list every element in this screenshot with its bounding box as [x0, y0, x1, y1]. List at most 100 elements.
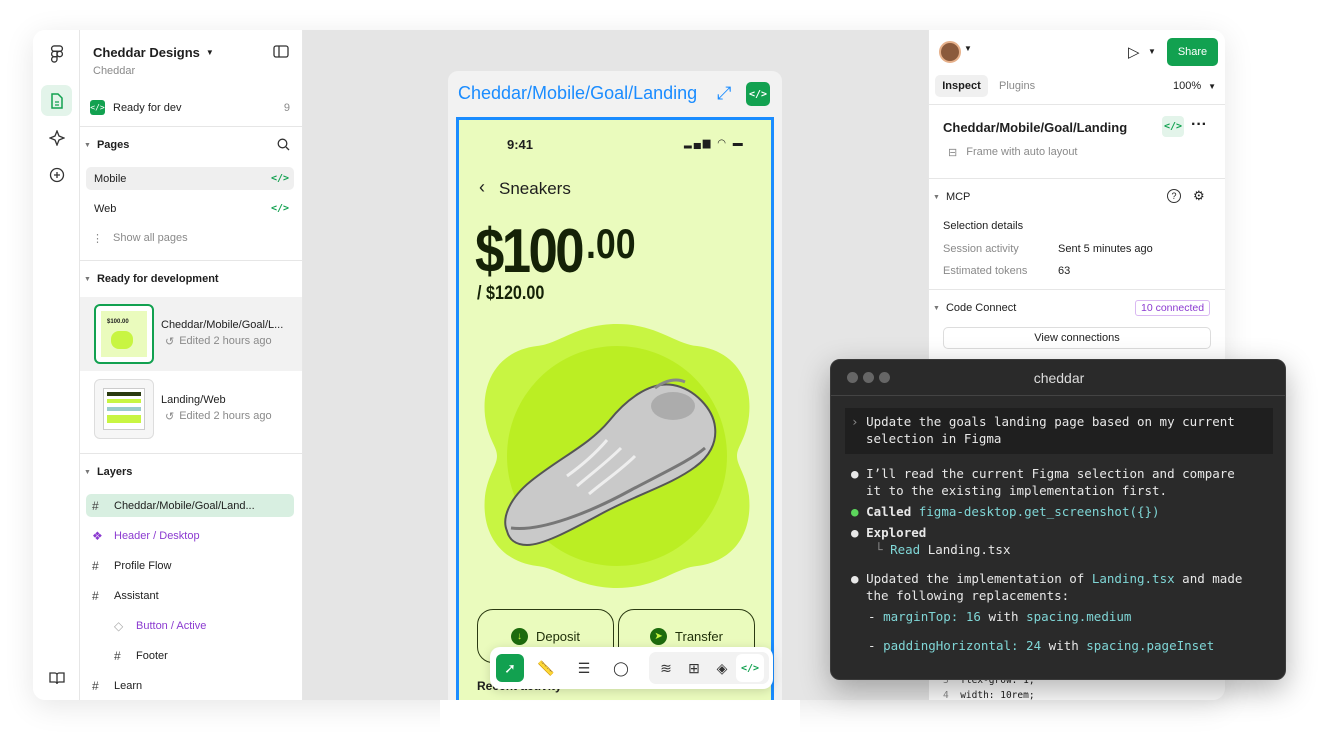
mcp-heading[interactable]: ▼ MCP	[933, 191, 970, 203]
settings-icon[interactable]: ⚙	[1193, 188, 1205, 204]
tree-branch-icon: └	[875, 542, 883, 557]
price-old: / $120.00	[477, 283, 545, 304]
ready-heading[interactable]: ▼ Ready for development	[84, 273, 219, 285]
page-item-mobile[interactable]: Mobile </>	[86, 167, 294, 190]
layer-item[interactable]: # Footer	[86, 644, 294, 667]
play-icon[interactable]: ▷	[1128, 43, 1140, 61]
transfer-label: Transfer	[675, 628, 723, 644]
layer-label: Learn	[114, 679, 143, 692]
frame-title[interactable]: Cheddar/Mobile/Goal/Landing	[458, 83, 697, 104]
layer-label: Header / Desktop	[114, 529, 200, 542]
zoom-level: 100%	[1173, 80, 1202, 92]
more-icon[interactable]: ···	[1191, 116, 1207, 134]
annotate-tool-icon[interactable]: ☰	[570, 654, 598, 682]
history-icon: ↺	[165, 336, 175, 348]
layer-item[interactable]: # Learn	[86, 674, 294, 697]
chevron-down-icon[interactable]: ▼	[964, 44, 972, 53]
ruler-icon[interactable]: ⊞	[680, 654, 708, 682]
file-icon[interactable]	[41, 85, 72, 116]
connected-badge: 10 connected	[1135, 300, 1211, 316]
search-icon[interactable]	[277, 138, 290, 154]
ready-count: 9	[283, 101, 290, 114]
tab-plugins[interactable]: Plugins	[999, 80, 1035, 92]
code-icon: </>	[270, 173, 289, 184]
frame-type-label: Frame with auto layout	[966, 146, 1078, 158]
zoom-control[interactable]: 100% ▼	[1173, 80, 1216, 92]
view-connections-button[interactable]: View connections	[943, 327, 1211, 349]
chevron-down-icon: ▼	[84, 141, 91, 149]
library-icon[interactable]	[41, 662, 72, 693]
status-icons: ▂▄▆ ◠ ▬	[684, 138, 745, 149]
terminal-title: cheddar	[1033, 370, 1085, 386]
share-button[interactable]: Share	[1167, 38, 1218, 66]
price-main: $100	[475, 217, 585, 286]
terminal-window: cheddar › Update the goals landing page …	[830, 359, 1286, 680]
avatar[interactable]	[939, 41, 961, 63]
annotation-icon[interactable]: ≋	[652, 654, 680, 682]
help-icon[interactable]: ?	[1167, 189, 1181, 203]
ready-section: ▼ Ready for development $100.00 Cheddar/…	[80, 261, 302, 454]
sidebar-toggle-icon[interactable]	[273, 45, 289, 61]
chevron-down-icon[interactable]: ▼	[1148, 47, 1156, 56]
code-icon[interactable]: </>	[1162, 116, 1184, 137]
assistant-message: ● I’ll read the current Figma selection …	[851, 465, 1271, 654]
layer-label: Button / Active	[136, 619, 207, 632]
comment-tool-icon[interactable]: ◯	[607, 654, 635, 682]
frame-icon: #	[92, 588, 99, 603]
bullet-icon: ●	[851, 571, 859, 586]
prompt-text: selection in Figma	[866, 431, 1002, 446]
layer-item[interactable]: # Assistant	[86, 584, 294, 607]
screen-header: Sneakers	[499, 179, 571, 198]
ready-item-name: Landing/Web	[161, 394, 226, 406]
bullet-icon: ●	[851, 504, 859, 519]
ready-for-dev-link[interactable]: </> Ready for dev 9	[90, 100, 290, 115]
chevron-down-icon: ▼	[84, 468, 91, 476]
code-icon[interactable]: </>	[736, 654, 764, 682]
ready-item[interactable]: Landing/Web ↺ Edited 2 hours ago	[80, 372, 302, 446]
component-icon[interactable]	[41, 122, 72, 153]
frame-icon: #	[92, 678, 99, 693]
deposit-label: Deposit	[535, 628, 581, 644]
left-panel: Cheddar Designs ▼ Cheddar </> Ready for …	[80, 30, 303, 700]
read-file: Landing.tsx	[927, 542, 1011, 557]
layer-item[interactable]: ◇ Button / Active	[86, 614, 294, 637]
layers-heading[interactable]: ▼ Layers	[84, 466, 132, 478]
pages-heading[interactable]: ▼ Pages	[84, 139, 129, 151]
pages-heading-label: Pages	[96, 139, 130, 151]
dash-icon: -	[868, 638, 876, 653]
component-icon[interactable]: ◈	[708, 654, 736, 682]
layer-item[interactable]: # Profile Flow	[86, 554, 294, 577]
frame-thumbnail: $100.00	[94, 304, 154, 364]
add-icon[interactable]	[41, 159, 72, 190]
tab-inspect[interactable]: Inspect	[935, 75, 988, 97]
chevron-down-icon: ▼	[933, 193, 940, 201]
file-title-menu[interactable]: Cheddar Designs ▼	[93, 45, 214, 60]
chevron-down-icon: ▼	[1208, 82, 1217, 91]
code-icon: </>	[270, 203, 289, 214]
show-all-pages-label: Show all pages	[113, 232, 188, 244]
frame-name: Cheddar/Mobile/Goal/Landing	[943, 120, 1128, 135]
move-tool-icon[interactable]: ➚	[496, 654, 524, 682]
measure-tool-icon[interactable]: 📏	[532, 654, 560, 682]
layer-item[interactable]: # Cheddar/Mobile/Goal/Land...	[86, 494, 294, 517]
expand-icon[interactable]: ⤢	[717, 83, 731, 104]
replacement-value: spacing.pageInset	[1086, 638, 1215, 653]
layer-item[interactable]: ❖ Header / Desktop	[86, 524, 294, 547]
show-all-pages[interactable]: ⋮ Show all pages	[92, 232, 188, 245]
dev-mode-icon[interactable]: </>	[746, 82, 770, 106]
code-connect-heading[interactable]: ▼ Code Connect	[933, 302, 1016, 314]
replacement-value: spacing.medium	[1026, 609, 1132, 624]
selection-details: Selection details	[943, 220, 1024, 232]
message-text: and made	[1182, 571, 1243, 586]
phone-frame[interactable]: 9:41 ▂▄▆ ◠ ▬ ‹ Sneakers $100 .00 / $120.…	[456, 117, 774, 717]
status-time: 9:41	[507, 137, 534, 152]
prompt-text: Update the goals landing page based on m…	[866, 414, 1235, 429]
replacement-prop: marginTop: 16	[883, 609, 981, 624]
page-item-web[interactable]: Web </>	[86, 197, 294, 220]
file-name: Landing.tsx	[1091, 571, 1175, 586]
bullet-icon: ●	[851, 525, 859, 540]
explored-label: Explored	[866, 525, 927, 540]
back-icon[interactable]: ‹	[479, 177, 485, 198]
ready-item[interactable]: $100.00 Cheddar/Mobile/Goal/L... ↺ Edite…	[80, 297, 302, 371]
figma-logo-icon[interactable]	[41, 38, 72, 69]
